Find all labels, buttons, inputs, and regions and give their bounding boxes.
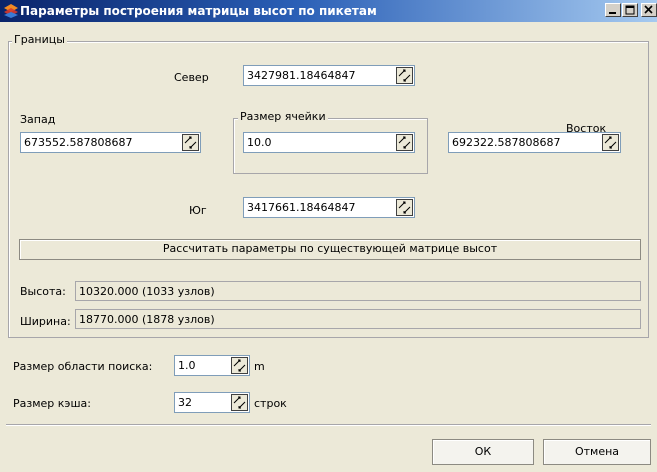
east-value: 692322.587808687 <box>452 136 561 149</box>
calc-from-matrix-button[interactable]: Рассчитать параметры по существующей мат… <box>19 239 641 260</box>
minimize-button[interactable] <box>605 3 621 17</box>
search-area-input[interactable]: 1.0 <box>174 355 250 376</box>
south-input[interactable]: 3417661.18464847 <box>243 197 415 218</box>
width-value: 18770.000 (1878 узлов) <box>79 313 215 326</box>
spinner-icon[interactable] <box>602 134 619 151</box>
cache-size-unit: строк <box>254 397 287 410</box>
minimize-icon <box>609 12 616 14</box>
spinner-icon[interactable] <box>231 357 248 374</box>
south-label: Юг <box>189 204 207 217</box>
map-layers-icon <box>4 4 18 18</box>
footer-separator <box>6 424 651 426</box>
height-label: Высота: <box>20 285 66 298</box>
cell-size-legend: Размер ячейки <box>238 110 328 123</box>
spinner-icon[interactable] <box>396 199 413 216</box>
maximize-icon <box>625 5 635 15</box>
dialog-window: Параметры построения матрицы высот по пи… <box>0 0 657 472</box>
cache-size-input[interactable]: 32 <box>174 392 250 413</box>
width-field: 18770.000 (1878 узлов) <box>75 309 641 329</box>
window-title: Параметры построения матрицы высот по пи… <box>20 4 377 18</box>
east-input[interactable]: 692322.587808687 <box>448 132 621 153</box>
cell-size-value: 10.0 <box>247 136 272 149</box>
spinner-icon[interactable] <box>182 134 199 151</box>
close-icon <box>644 5 653 14</box>
width-label: Ширина: <box>20 315 71 328</box>
search-area-label: Размер области поиска: <box>13 360 153 373</box>
ok-button[interactable]: ОК <box>432 439 534 465</box>
height-value: 10320.000 (1033 узлов) <box>79 285 215 298</box>
title-bar[interactable]: Параметры построения матрицы высот по пи… <box>0 0 657 22</box>
maximize-button[interactable] <box>622 3 638 17</box>
spinner-icon[interactable] <box>396 134 413 151</box>
cancel-button[interactable]: Отмена <box>543 439 651 465</box>
search-area-unit: m <box>254 360 265 373</box>
west-label: Запад <box>20 113 56 126</box>
bounds-legend: Границы <box>12 33 67 46</box>
close-button[interactable] <box>641 3 657 17</box>
cache-size-value: 32 <box>178 396 192 409</box>
west-input[interactable]: 673552.587808687 <box>20 132 201 153</box>
south-value: 3417661.18464847 <box>247 201 356 214</box>
cache-size-label: Размер кэша: <box>13 397 91 410</box>
cell-size-input[interactable]: 10.0 <box>243 132 415 153</box>
west-value: 673552.587808687 <box>24 136 133 149</box>
north-input[interactable]: 3427981.18464847 <box>243 65 415 86</box>
north-value: 3427981.18464847 <box>247 69 356 82</box>
north-label: Север <box>174 71 209 84</box>
spinner-icon[interactable] <box>396 67 413 84</box>
search-area-value: 1.0 <box>178 359 196 372</box>
spinner-icon[interactable] <box>231 394 248 411</box>
height-field: 10320.000 (1033 узлов) <box>75 281 641 301</box>
